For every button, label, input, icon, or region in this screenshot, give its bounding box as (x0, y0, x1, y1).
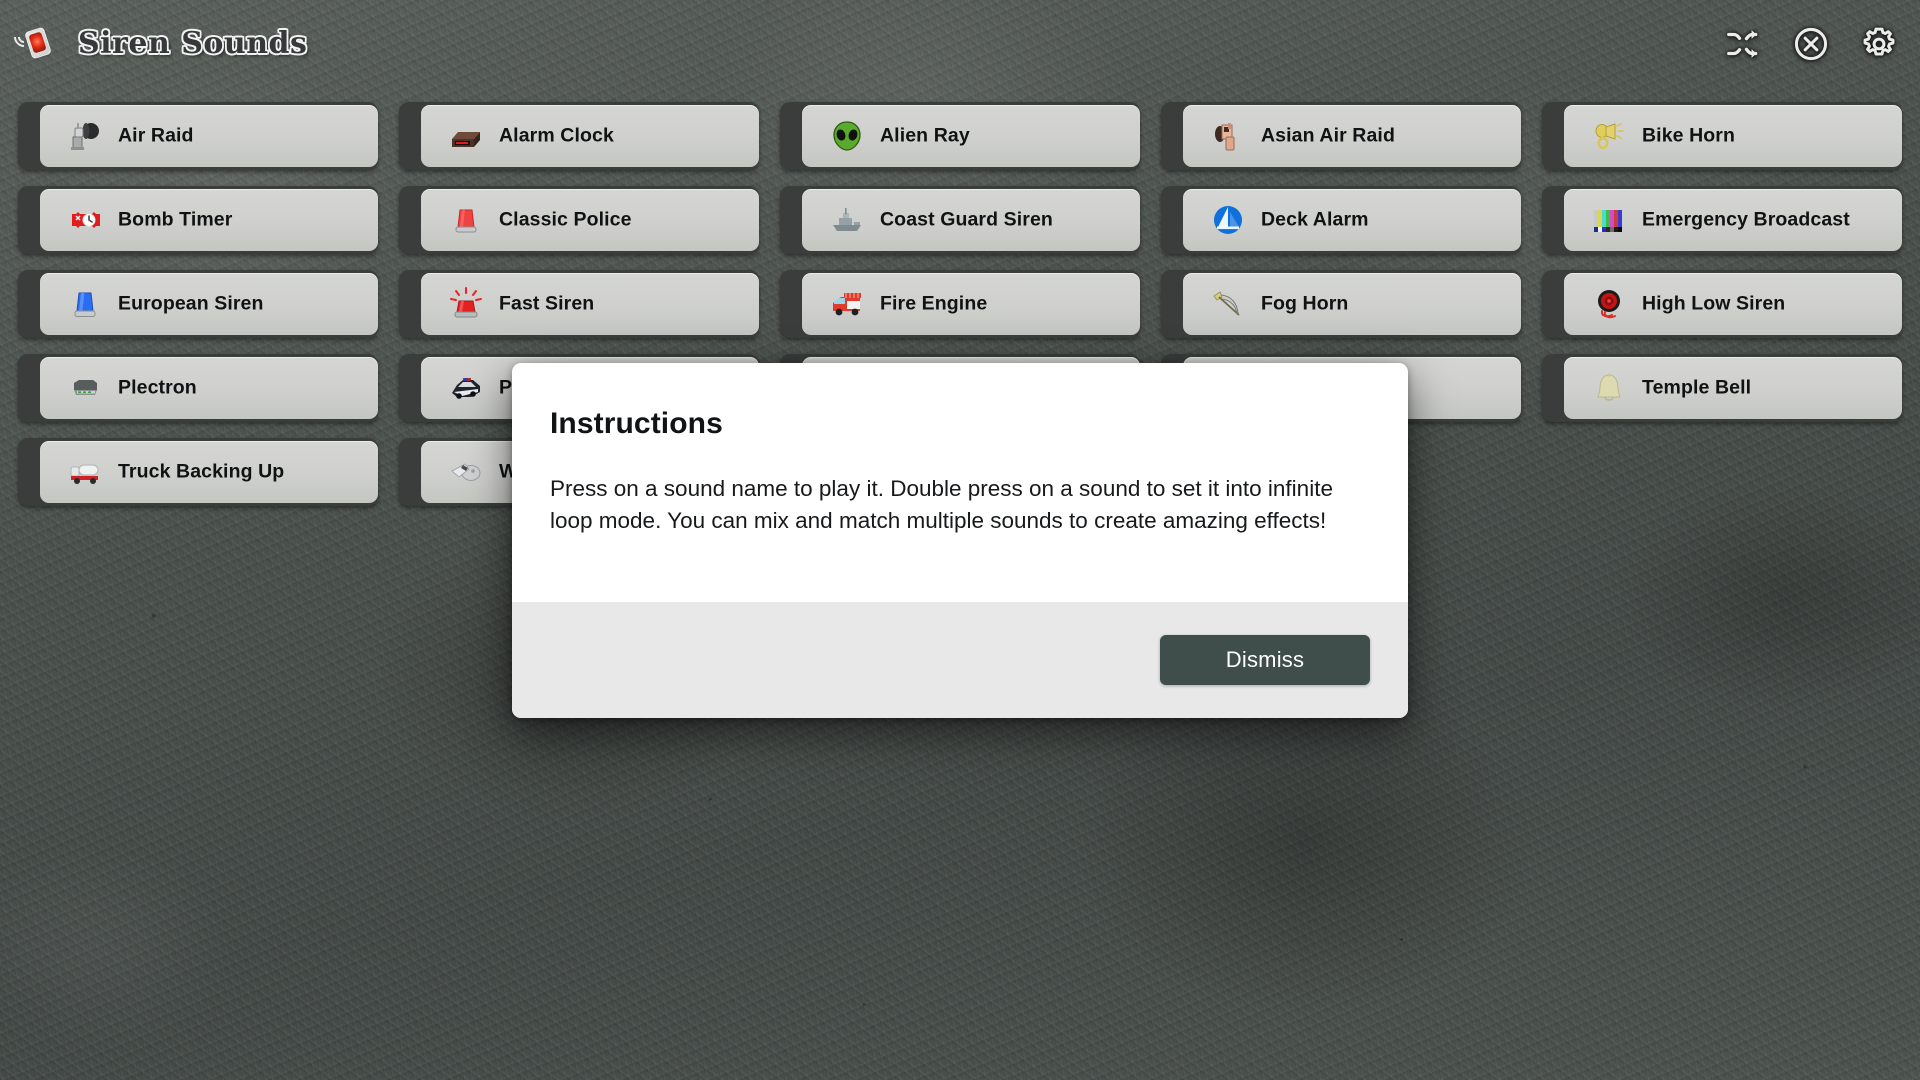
dialog-footer: Dismiss (512, 602, 1408, 718)
dialog-body: Instructions Press on a sound name to pl… (512, 363, 1408, 602)
modal-overlay: Instructions Press on a sound name to pl… (0, 0, 1920, 1080)
dismiss-button[interactable]: Dismiss (1160, 635, 1370, 685)
dialog-message: Press on a sound name to play it. Double… (550, 473, 1340, 536)
instructions-dialog: Instructions Press on a sound name to pl… (512, 363, 1408, 718)
dialog-title: Instructions (550, 407, 1370, 441)
